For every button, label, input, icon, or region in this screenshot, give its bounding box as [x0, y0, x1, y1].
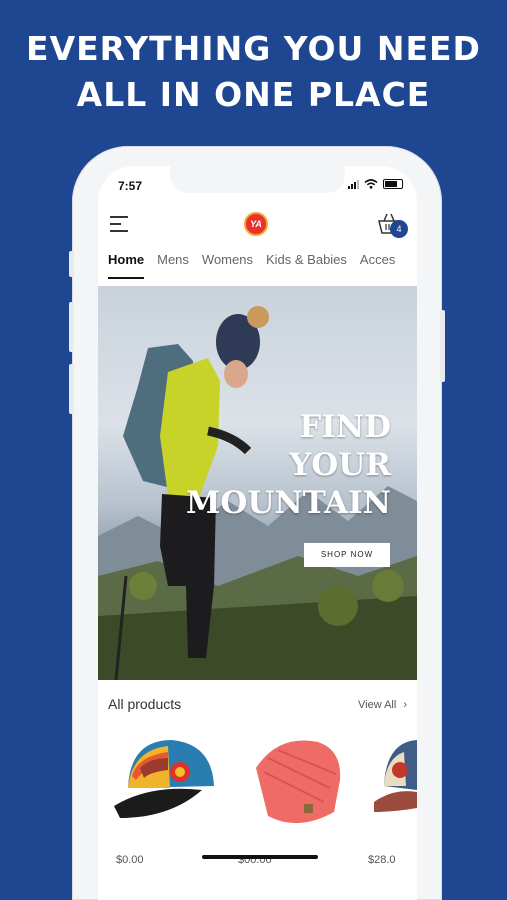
notch	[170, 166, 345, 193]
section-title: All products	[108, 696, 182, 712]
volume-up-button	[69, 302, 74, 352]
product-card-cap[interactable]	[110, 728, 220, 838]
tab-home[interactable]: Home	[108, 252, 145, 279]
home-indicator	[202, 855, 318, 859]
battery-icon	[383, 179, 403, 189]
tab-accessories[interactable]: Acces	[360, 252, 395, 267]
cart-count-badge[interactable]: 4	[390, 220, 408, 238]
volume-down-button	[69, 364, 74, 414]
product-card-trucker-cap[interactable]	[374, 728, 417, 838]
power-button	[440, 310, 445, 382]
product-card-beanie[interactable]	[238, 728, 348, 838]
mute-switch	[69, 251, 74, 277]
hero-title-line-3: MOUNTAIN	[186, 485, 391, 521]
product-price: $0.00	[116, 854, 144, 866]
wifi-icon	[364, 179, 378, 189]
signal-icon	[348, 179, 359, 189]
shop-now-button[interactable]: SHOP NOW	[304, 543, 390, 567]
view-all-label: View All	[358, 699, 397, 711]
tab-kids-babies[interactable]: Kids & Babies	[266, 252, 347, 267]
status-time: 7:57	[118, 179, 143, 193]
category-tabs: Home Mens Womens Kids & Babies Acces	[108, 252, 417, 279]
headline-line-2: ALL IN ONE PLACE	[76, 75, 431, 114]
hero-title: FIND YOUR MOUNTAIN	[186, 408, 391, 522]
tab-womens[interactable]: Womens	[202, 252, 253, 267]
tab-mens[interactable]: Mens	[157, 252, 189, 267]
hero-banner[interactable]: FIND YOUR MOUNTAIN SHOP NOW	[98, 286, 417, 680]
brand-logo[interactable]: YA	[244, 212, 268, 236]
app-screen: 7:57 YA 4 Home Mens Womens Kids & Babies…	[98, 166, 417, 900]
status-icons	[348, 179, 403, 189]
hamburger-menu-icon[interactable]	[110, 216, 128, 237]
product-price: $28.0	[368, 854, 396, 866]
promo-headline: EVERYTHING YOU NEED ALL IN ONE PLACE	[0, 26, 507, 118]
hero-title-line-2: YOUR	[289, 447, 391, 483]
chevron-right-icon: ›	[403, 699, 408, 711]
hero-title-line-1: FIND	[299, 409, 391, 445]
headline-line-1: EVERYTHING YOU NEED	[26, 29, 481, 68]
view-all-link[interactable]: View All ›	[358, 699, 407, 711]
